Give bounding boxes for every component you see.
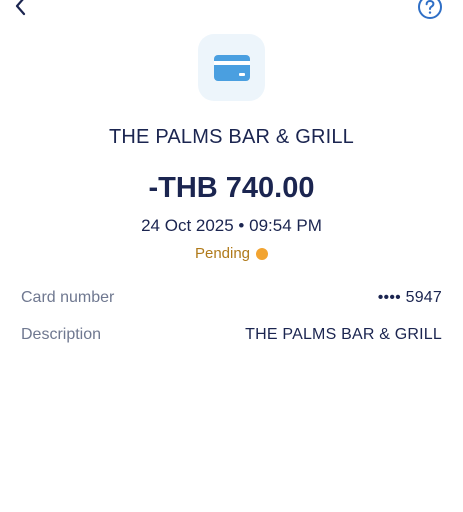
question-circle-icon [418, 0, 442, 19]
description-label: Description [21, 326, 102, 343]
card-number-label: Card number [21, 289, 115, 306]
description-row: Description THE PALMS BAR & GRILL [21, 323, 442, 347]
chevron-left-icon [15, 0, 26, 16]
back-button[interactable] [10, 0, 32, 18]
status-badge: Pending [0, 245, 463, 262]
merchant-icon-tile [198, 34, 265, 101]
credit-card-icon [213, 54, 250, 81]
transaction-amount: -THB 740.00 [148, 172, 315, 204]
description-value: THE PALMS BAR & GRILL [245, 326, 442, 343]
help-button[interactable] [417, 0, 443, 20]
status-text: Pending [194, 245, 251, 262]
transaction-datetime: 24 Oct 2025 • 09:54 PM [141, 216, 322, 235]
card-number-row: Card number •••• 5947 [21, 286, 442, 310]
status-dot-icon [256, 247, 269, 260]
card-number-value: •••• 5947 [377, 289, 442, 306]
merchant-name: THE PALMS BAR & GRILL [108, 126, 354, 148]
